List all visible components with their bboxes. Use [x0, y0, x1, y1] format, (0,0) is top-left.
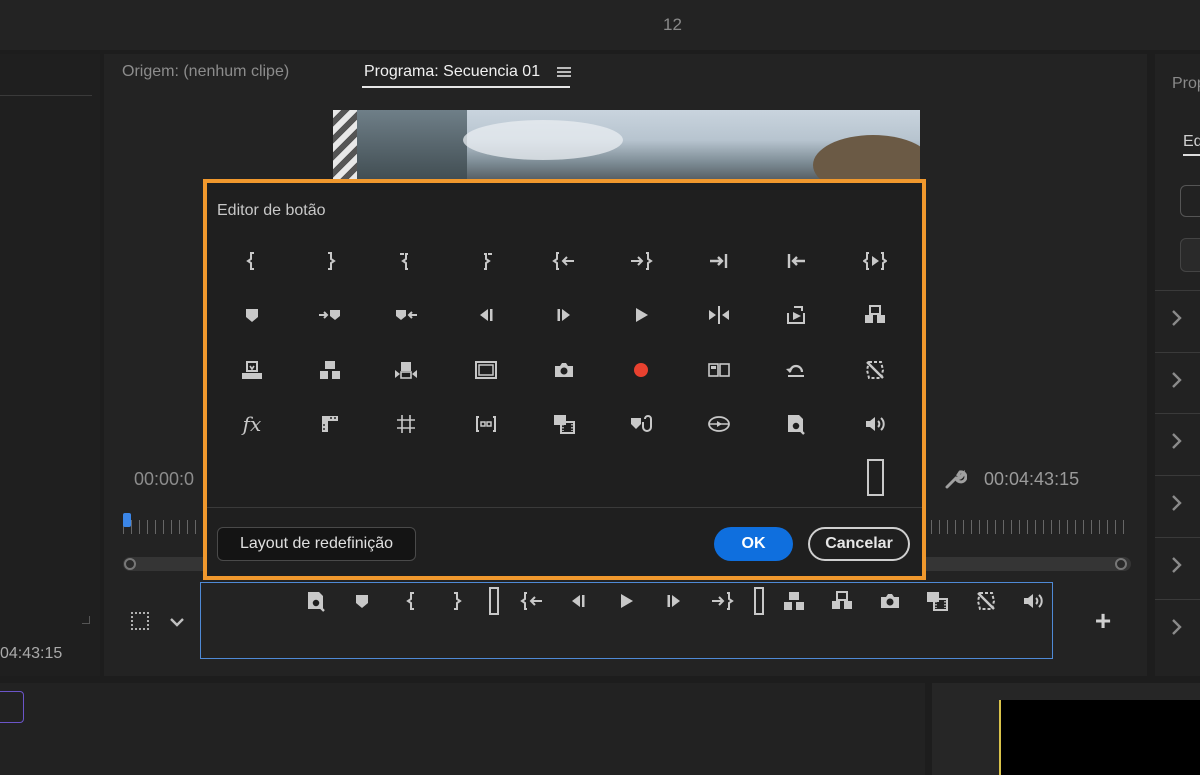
- marquee-select-icon[interactable]: [131, 612, 149, 630]
- add-button[interactable]: +: [1090, 605, 1116, 637]
- snap-tool-icon[interactable]: [0, 691, 24, 723]
- lift-icon[interactable]: [314, 354, 346, 386]
- safe-margins-icon[interactable]: [470, 354, 502, 386]
- play-in-to-out-icon[interactable]: [859, 245, 891, 277]
- left-panel: [0, 54, 100, 676]
- playback-settings-icon[interactable]: [300, 585, 332, 617]
- spacer-icon[interactable]: [478, 585, 510, 617]
- playhead[interactable]: [123, 513, 131, 527]
- fx-icon[interactable]: fx: [236, 408, 268, 440]
- spacer-button[interactable]: [867, 459, 884, 496]
- extract-icon[interactable]: [859, 299, 891, 331]
- go-to-out-icon[interactable]: [625, 245, 657, 277]
- right-panel-field[interactable]: [1180, 238, 1200, 272]
- go-to-in-icon[interactable]: [516, 585, 548, 617]
- dialog-title: Editor de botão: [217, 202, 326, 219]
- ok-button[interactable]: OK: [714, 527, 793, 561]
- comparison-view-icon[interactable]: [314, 408, 346, 440]
- dialog-divider: [207, 507, 922, 508]
- chevron-right-icon[interactable]: [1170, 370, 1184, 395]
- play-stop-icon[interactable]: [610, 585, 642, 617]
- export-frame-icon[interactable]: [780, 299, 812, 331]
- grid-icon[interactable]: [390, 408, 422, 440]
- clear-out-icon[interactable]: [470, 245, 502, 277]
- loop-icon[interactable]: [780, 354, 812, 386]
- chevron-down-icon[interactable]: [167, 612, 187, 632]
- top-bar-label: 12: [663, 15, 682, 34]
- step-forward-icon[interactable]: [658, 585, 690, 617]
- record-icon[interactable]: [625, 354, 657, 386]
- go-to-in-icon[interactable]: [548, 245, 580, 277]
- go-to-prev-marker-icon[interactable]: [390, 299, 422, 331]
- multi-camera-view-icon[interactable]: [548, 408, 580, 440]
- right-panel-tab-underline: [1183, 154, 1200, 156]
- wrench-icon[interactable]: [943, 467, 968, 491]
- multi-camera-view-icon[interactable]: [921, 585, 953, 617]
- zoom-handle-left[interactable]: [124, 558, 136, 570]
- top-bar: [0, 0, 1200, 50]
- mark-out-icon[interactable]: [314, 245, 346, 277]
- chevron-right-icon[interactable]: [1170, 555, 1184, 580]
- extract-icon[interactable]: [826, 585, 858, 617]
- right-panel-row-divider: [1155, 290, 1200, 291]
- video-frame: [333, 110, 920, 185]
- marker-link-icon[interactable]: [625, 408, 657, 440]
- right-panel-row-divider: [1155, 599, 1200, 600]
- preview-black: [999, 700, 1200, 775]
- proxy-toggle-icon[interactable]: [970, 585, 1002, 617]
- step-back-icon[interactable]: [470, 299, 502, 331]
- timecode-current[interactable]: 00:00:0: [134, 469, 194, 490]
- vr-video-icon[interactable]: [703, 408, 735, 440]
- chevron-right-icon[interactable]: [1170, 493, 1184, 518]
- go-to-prev-edit-icon[interactable]: [780, 245, 812, 277]
- clear-in-icon[interactable]: [390, 245, 422, 277]
- audio-volume-icon[interactable]: [1017, 585, 1049, 617]
- right-panel-tab[interactable]: Edi: [1183, 133, 1200, 151]
- spacer-icon[interactable]: [743, 585, 775, 617]
- mark-in-icon[interactable]: [236, 245, 268, 277]
- tab-program[interactable]: Programa: Secuencia 01: [364, 63, 540, 81]
- overwrite-icon[interactable]: [236, 354, 268, 386]
- panel-menu-icon[interactable]: [557, 65, 571, 79]
- multicam-icon[interactable]: [703, 354, 735, 386]
- go-to-out-icon[interactable]: [706, 585, 738, 617]
- right-panel-row-divider: [1155, 537, 1200, 538]
- add-marker-icon[interactable]: [236, 299, 268, 331]
- tab-source[interactable]: Origem: (nenhum clipe): [122, 63, 289, 81]
- trim-icon[interactable]: [470, 408, 502, 440]
- camera-icon[interactable]: [874, 585, 906, 617]
- insert-icon[interactable]: [390, 354, 422, 386]
- cancel-button[interactable]: Cancelar: [808, 527, 910, 561]
- mark-out-icon[interactable]: [440, 585, 472, 617]
- chevron-right-icon[interactable]: [1170, 308, 1184, 333]
- right-panel-row-divider: [1155, 475, 1200, 476]
- audio-volume-icon[interactable]: [859, 408, 891, 440]
- zoom-handle-right[interactable]: [1115, 558, 1127, 570]
- right-panel-title: Prop: [1172, 75, 1200, 92]
- right-panel-button[interactable]: [1180, 185, 1200, 217]
- left-panel-corner-handle[interactable]: [82, 616, 90, 624]
- play-stop-icon[interactable]: [625, 299, 657, 331]
- timecode-duration: 00:04:43:15: [984, 469, 1080, 489]
- left-panel-divider: [0, 95, 92, 96]
- lift-icon[interactable]: [778, 585, 810, 617]
- chevron-right-icon[interactable]: [1170, 431, 1184, 456]
- right-panel-row-divider: [1155, 352, 1200, 353]
- bottom-left-panel: [0, 683, 925, 775]
- chevron-right-icon[interactable]: [1170, 617, 1184, 642]
- camera-icon[interactable]: [548, 354, 580, 386]
- proxy-toggle-icon[interactable]: [859, 354, 891, 386]
- go-to-next-edit-icon[interactable]: [703, 245, 735, 277]
- left-panel-timecode: 04:43:15: [0, 645, 63, 662]
- right-panel-row-divider: [1155, 413, 1200, 414]
- tab-program-underline: [362, 86, 570, 88]
- go-to-next-marker-icon[interactable]: [314, 299, 346, 331]
- playback-settings-icon[interactable]: [780, 408, 812, 440]
- reset-layout-button[interactable]: Layout de redefinição: [217, 527, 416, 561]
- mark-in-icon[interactable]: [396, 585, 428, 617]
- play-around-icon[interactable]: [703, 299, 735, 331]
- step-back-icon[interactable]: [562, 585, 594, 617]
- add-marker-icon[interactable]: [346, 585, 378, 617]
- step-forward-icon[interactable]: [548, 299, 580, 331]
